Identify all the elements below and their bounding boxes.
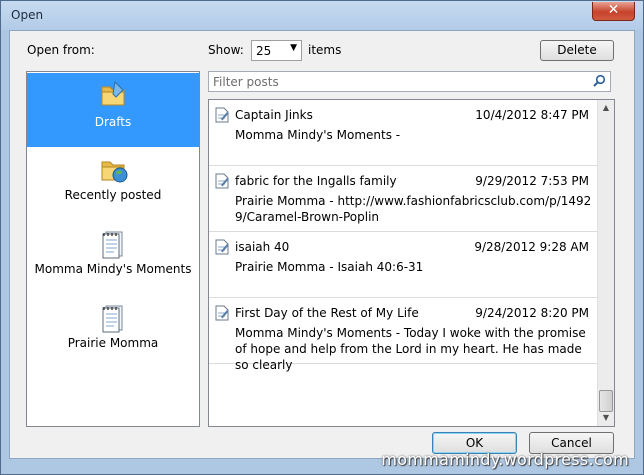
post-description: Prairie Momma - Isaiah 40:6-31 — [235, 260, 424, 274]
close-icon: ✕ — [607, 2, 620, 18]
post-date: 9/24/2012 8:20 PM — [475, 306, 589, 320]
posts-scrollbar[interactable]: ▲ ▼ — [597, 100, 614, 426]
show-label: Show: — [208, 43, 244, 57]
list-item[interactable]: First Day of the Rest of My Life 9/24/20… — [209, 298, 597, 372]
search-icon[interactable] — [592, 74, 606, 88]
title-bar[interactable]: Open ✕ — [1, 1, 643, 30]
folder-item-recently-posted[interactable]: Recently posted — [27, 148, 199, 222]
notebook-icon — [97, 228, 129, 260]
filter-placeholder: Filter posts — [213, 75, 279, 89]
post-title: isaiah 40 — [235, 240, 290, 254]
post-description: Prairie Momma - http://www.fashionfabric… — [235, 194, 592, 224]
close-button[interactable]: ✕ — [592, 2, 635, 21]
folder-item-label: Recently posted — [64, 188, 162, 202]
post-document-icon — [215, 107, 229, 123]
folder-item-label: Drafts — [94, 115, 132, 129]
delete-button[interactable]: Delete — [540, 40, 614, 61]
globe-folder-icon — [97, 154, 129, 186]
list-item[interactable]: isaiah 40 9/28/2012 9:28 AM Prairie Momm… — [209, 232, 597, 298]
folder-item-drafts[interactable]: Drafts — [27, 73, 199, 147]
filter-posts-input[interactable]: Filter posts — [208, 71, 611, 92]
items-label: items — [308, 43, 342, 57]
list-item[interactable]: Captain Jinks 10/4/2012 8:47 PM Momma Mi… — [209, 100, 597, 166]
post-date: 9/28/2012 9:28 AM — [474, 240, 589, 254]
posts-list[interactable]: Captain Jinks 10/4/2012 8:47 PM Momma Mi… — [208, 99, 615, 427]
post-document-icon — [215, 173, 229, 189]
scroll-down-icon[interactable]: ▼ — [598, 410, 614, 426]
delete-button-label: Delete — [557, 43, 597, 57]
open-from-label: Open from: — [27, 43, 95, 57]
list-item[interactable]: fabric for the Ingalls family 9/29/2012 … — [209, 166, 597, 232]
folder-item-label: Momma Mindy's Moments — [34, 262, 192, 276]
post-date: 9/29/2012 7:53 PM — [475, 174, 589, 188]
post-description: Momma Mindy's Moments - Today I woke wit… — [235, 326, 586, 372]
folder-item-momma-mindys-moments[interactable]: Momma Mindy's Moments — [27, 222, 199, 296]
notebook-icon — [97, 302, 129, 334]
chevron-down-icon: ▼ — [290, 43, 297, 53]
dialog-body: Open from: Show: 25 ▼ items Delete Draft… — [9, 30, 635, 459]
post-date: 10/4/2012 8:47 PM — [475, 108, 589, 122]
folder-item-prairie-momma[interactable]: Prairie Momma — [27, 296, 199, 370]
ok-button-label: OK — [465, 436, 484, 450]
post-description: Momma Mindy's Moments - — [235, 128, 401, 142]
cancel-button-label: Cancel — [551, 436, 592, 450]
items-count-value: 25 — [256, 44, 272, 58]
scroll-up-icon[interactable]: ▲ — [598, 100, 614, 116]
watermark: mommamindy.wordpress.com — [381, 450, 629, 469]
items-count-select[interactable]: 25 ▼ — [251, 40, 302, 61]
open-from-list[interactable]: Drafts Recently posted Momma Mindy's Mom… — [26, 71, 200, 427]
drafts-folder-icon — [97, 79, 129, 111]
dialog-window: Open ✕ Open from: Show: 25 ▼ items Delet… — [0, 0, 644, 475]
post-title: fabric for the Ingalls family — [235, 174, 397, 188]
post-title: First Day of the Rest of My Life — [235, 306, 419, 320]
post-document-icon — [215, 239, 229, 255]
window-title: Open — [11, 8, 44, 22]
scrollbar-thumb[interactable] — [599, 390, 613, 412]
post-document-icon — [215, 305, 229, 321]
post-title: Captain Jinks — [235, 108, 313, 122]
folder-item-label: Prairie Momma — [67, 336, 159, 350]
